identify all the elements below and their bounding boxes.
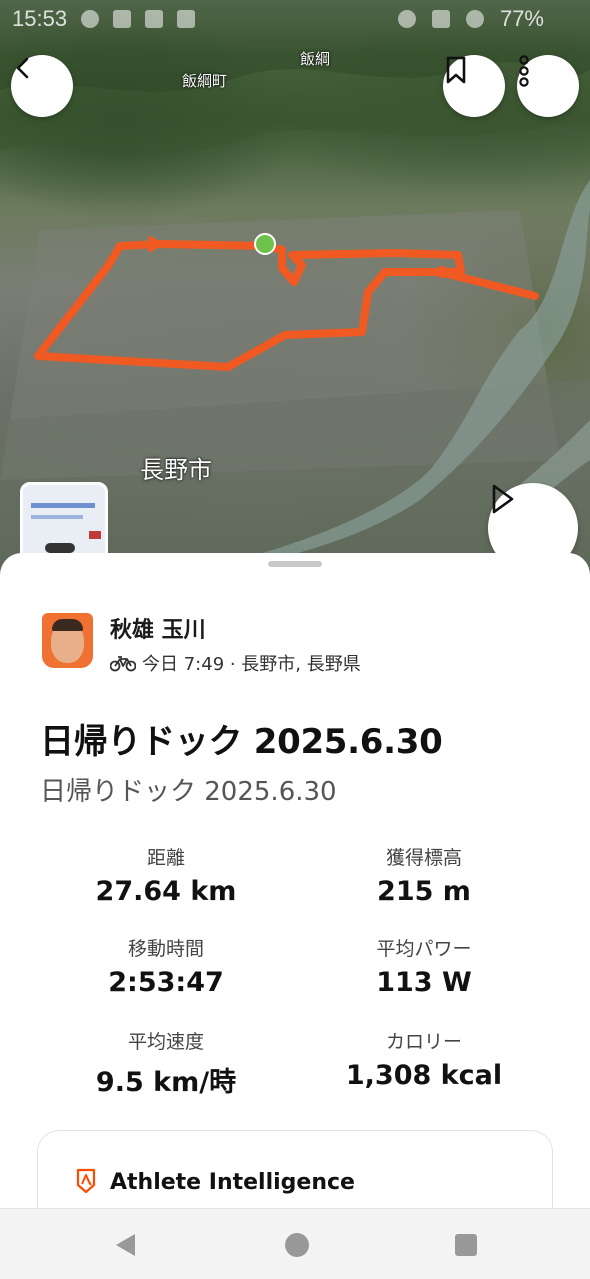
stat-avg-power: 平均パワー 113 W [304, 934, 544, 998]
end-marker [436, 266, 448, 278]
route-map[interactable]: 15:53 77% 飯綱町 飯綱 長野市 [0, 0, 590, 600]
athlete-intelligence-title: Athlete Intelligence [110, 1170, 355, 1195]
stat-value: 2:53:47 [108, 967, 224, 998]
strava-ai-icon [76, 1168, 96, 1194]
stat-value: 1,308 kcal [345, 1060, 503, 1091]
bookmark-icon [446, 56, 466, 84]
bookmark-button[interactable] [443, 55, 505, 117]
system-nav-bar [0, 1208, 590, 1279]
bike-icon [110, 656, 136, 672]
status-time: 15:53 [12, 6, 68, 31]
activity-meta: 今日 7:49 · 長野市, 長野県 [110, 650, 361, 676]
start-marker [254, 233, 276, 255]
more-vertical-icon [519, 55, 529, 87]
drag-handle[interactable] [268, 561, 322, 567]
vibrate-icon [431, 10, 450, 28]
map-label-nagano-city: 長野市 [140, 456, 212, 484]
circle-home-icon [285, 1233, 309, 1257]
stat-label: 移動時間 [127, 938, 204, 960]
stat-value: 215 m [377, 876, 471, 907]
arrow-left-icon [16, 57, 29, 79]
stat-value: 9.5 km/時 [95, 1067, 237, 1098]
square-recents-icon [455, 1234, 477, 1256]
stat-value: 27.64 km [95, 876, 237, 907]
status-bar: 15:53 77% [0, 0, 590, 38]
nav-back-button[interactable] [106, 1225, 146, 1265]
notification-icon [113, 10, 132, 28]
stat-elevation-gain: 獲得標高 215 m [304, 843, 544, 907]
stat-calories: カロリー 1,308 kcal [304, 1027, 544, 1091]
messenger-icon [81, 10, 100, 28]
triangle-back-icon [116, 1234, 135, 1256]
stat-avg-speed: 平均速度 9.5 km/時 [46, 1027, 286, 1099]
activity-title: 日帰りドック 2025.6.30 [40, 722, 443, 762]
play-icon [492, 484, 514, 514]
nav-home-button[interactable] [277, 1225, 317, 1265]
stat-value: 113 W [376, 967, 472, 998]
wifi-icon [465, 10, 484, 28]
nav-recents-button[interactable] [446, 1225, 486, 1265]
activity-meta-text: 今日 7:49 · 長野市, 長野県 [142, 654, 361, 675]
map-label-iizuna: 飯綱 [300, 50, 331, 68]
stat-label: カロリー [385, 1031, 462, 1053]
bluetooth-icon [397, 10, 416, 28]
linkedin-icon [145, 10, 164, 28]
stat-label: 獲得標高 [385, 847, 462, 869]
stat-label: 距離 [146, 847, 185, 869]
avatar[interactable] [42, 613, 93, 668]
alert-icon [177, 10, 196, 28]
stat-label: 平均パワー [376, 938, 472, 960]
athlete-name[interactable]: 秋雄 玉川 [110, 612, 206, 644]
battery-level: 77% [499, 6, 544, 31]
more-options-button[interactable] [517, 55, 579, 117]
back-button[interactable] [11, 55, 73, 117]
stat-distance: 距離 27.64 km [46, 843, 286, 907]
stat-moving-time: 移動時間 2:53:47 [46, 934, 286, 998]
map-label-iizuna-town: 飯綱町 [182, 72, 228, 90]
stat-label: 平均速度 [127, 1031, 204, 1053]
activity-description: 日帰りドック 2025.6.30 [40, 777, 337, 807]
